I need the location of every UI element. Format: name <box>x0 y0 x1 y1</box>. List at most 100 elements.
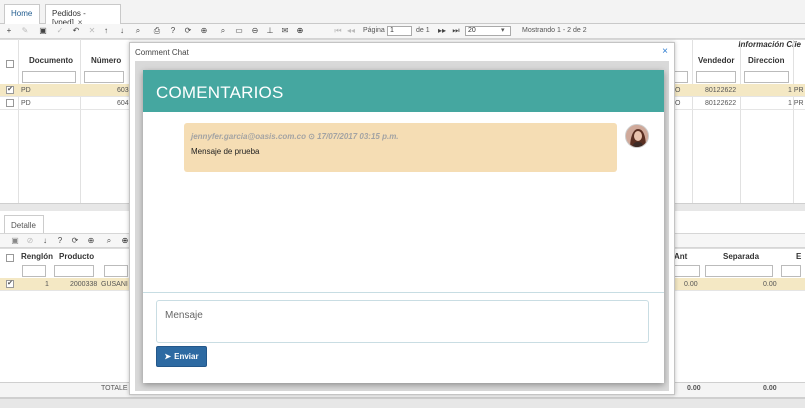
filter-renglon[interactable] <box>22 265 46 277</box>
close-icon[interactable]: × <box>662 46 668 58</box>
comments-header: COMENTARIOS <box>143 70 664 112</box>
column-documento[interactable]: Documento <box>29 56 73 68</box>
down-arrow-icon[interactable]: ↓ <box>117 26 127 36</box>
column-separada[interactable]: Separada <box>723 252 759 264</box>
filter-documento[interactable] <box>22 71 76 83</box>
cell-numero: 603 <box>117 87 129 94</box>
dialog-title: Comment Chat <box>135 48 189 57</box>
divider <box>143 292 664 293</box>
message-author: jennyfer.garcia@oasis.com.co <box>191 132 306 141</box>
comment-chat-dialog: Comment Chat × COMENTARIOS jennyfer.garc… <box>129 42 675 395</box>
add-icon[interactable]: + <box>4 26 14 36</box>
help-icon[interactable]: ? <box>168 26 178 36</box>
cell-ant: 0.00 <box>684 281 698 288</box>
mail-icon[interactable]: ✉ <box>280 26 290 36</box>
column-vendedor[interactable]: Vendedor <box>698 56 734 68</box>
down-arrow-icon[interactable]: ↓ <box>40 236 50 246</box>
zoom-icon[interactable]: ⊕ <box>199 26 209 36</box>
comments-panel: COMENTARIOS jennyfer.garcia@oasis.com.co… <box>143 70 664 383</box>
help-icon[interactable]: ? <box>55 236 65 246</box>
comment-icon[interactable]: ▭ <box>234 26 244 36</box>
paper-plane-icon: ➤ <box>164 352 172 361</box>
cell-numero: 604 <box>117 100 129 107</box>
filter-e[interactable] <box>781 265 801 277</box>
cell-direccion: 1 PR <box>788 87 804 94</box>
filter-producto[interactable] <box>54 265 94 277</box>
up-arrow-icon[interactable]: ↑ <box>101 26 111 36</box>
total-ant: 0.00 <box>687 385 701 392</box>
column-renglon[interactable]: Renglón <box>21 252 53 264</box>
first-page-icon[interactable]: ⏮ <box>333 26 343 36</box>
row-checkbox[interactable]: ✔ <box>6 280 14 288</box>
zoom-icon[interactable]: ⊕ <box>86 236 96 246</box>
filter-direccion[interactable] <box>744 71 789 83</box>
cell-documento: PD <box>21 100 31 107</box>
avatar <box>625 124 649 148</box>
tab-home-label: Home <box>11 9 33 18</box>
message-bubble: jennyfer.garcia@oasis.com.co ⊙ 17/07/201… <box>184 123 617 172</box>
edit-icon[interactable]: ✎ <box>20 26 30 36</box>
filter-numero[interactable] <box>84 71 124 83</box>
message-meta: jennyfer.garcia@oasis.com.co ⊙ 17/07/201… <box>191 132 399 141</box>
total-separada: 0.00 <box>763 385 777 392</box>
filter-ant[interactable] <box>672 265 700 277</box>
chevron-down-icon[interactable]: ▾ <box>501 25 505 37</box>
undo-icon[interactable]: ↶ <box>71 26 81 36</box>
zoom-out-icon[interactable]: ⊖ <box>250 26 260 36</box>
cell-documento: PD <box>21 87 31 94</box>
filter-vendedor[interactable] <box>696 71 736 83</box>
comments-title: COMENTARIOS <box>156 83 284 102</box>
tab-detalle-label: Detalle <box>11 221 36 230</box>
search-icon[interactable]: ⌕ <box>104 236 114 246</box>
filter-separada[interactable] <box>705 265 773 277</box>
column-numero[interactable]: Número <box>91 56 121 68</box>
send-label: Enviar <box>174 352 199 361</box>
check-icon[interactable]: ✓ <box>55 26 65 36</box>
next-page-icon[interactable]: ▸▸ <box>437 26 447 36</box>
row-checkbox[interactable]: ✔ <box>6 86 14 94</box>
save-icon[interactable]: ▣ <box>10 236 20 246</box>
cell-renglon: 1 <box>45 281 49 288</box>
cell-separada: 0.00 <box>763 281 777 288</box>
cell-desc: GUSANI <box>101 281 128 288</box>
column-direccion[interactable]: Direccion <box>748 56 784 68</box>
cancel-icon[interactable]: ⊘ <box>25 236 35 246</box>
refresh-icon[interactable]: ⟳ <box>70 236 80 246</box>
cell-producto: 2000338 <box>70 281 98 288</box>
pin-icon[interactable]: ⊥ <box>265 26 275 36</box>
avatar-image <box>626 125 648 147</box>
column-producto[interactable]: Producto <box>59 252 94 264</box>
save-icon[interactable]: ▣ <box>38 26 48 36</box>
delete-icon[interactable]: ✕ <box>87 26 97 36</box>
last-page-icon[interactable]: ⏭ <box>451 26 461 36</box>
main-toolbar: + ✎ ▣ ✓ ↶ ✕ ↑ ↓ ⌕ ⎙ ? ⟳ ⊕ ⌕ ▭ ⊖ ⊥ ✉ ⊕ ⏮ … <box>0 24 805 39</box>
filter-desc[interactable] <box>104 265 128 277</box>
cell-vendedor: 80122622 <box>705 87 737 94</box>
page-label: Página <box>363 27 385 34</box>
plus-circle-icon[interactable]: ⊕ <box>295 26 305 36</box>
select-all-checkbox[interactable] <box>6 254 14 262</box>
search-icon[interactable]: ⌕ <box>133 26 143 36</box>
tab-bar: Home Pedidos -[vped] × <box>0 0 805 27</box>
column-e[interactable]: E <box>796 252 801 264</box>
filter-icon[interactable]: ⌕ <box>218 26 228 36</box>
print-icon[interactable]: ⎙ <box>152 26 162 36</box>
tab-home[interactable]: Home <box>4 4 40 24</box>
showing-count: Mostrando 1 - 2 de 2 <box>522 27 587 34</box>
cell-vendedor: 80122622 <box>705 100 737 107</box>
page-input[interactable]: 1 <box>387 26 412 36</box>
select-all-checkbox[interactable] <box>6 60 14 68</box>
cell-o: O <box>675 100 681 107</box>
clock-icon: ⊙ <box>308 132 315 141</box>
column-ant[interactable]: Ant <box>674 252 687 264</box>
row-checkbox[interactable] <box>6 99 14 107</box>
refresh-icon[interactable]: ⟳ <box>183 26 193 36</box>
horizontal-scrollbar[interactable] <box>0 398 805 408</box>
message-timestamp: 17/07/2017 03:15 p.m. <box>317 132 399 141</box>
prev-page-icon[interactable]: ◂◂ <box>346 26 356 36</box>
message-input[interactable] <box>156 300 649 343</box>
tab-pedidos[interactable]: Pedidos -[vped] × <box>45 4 121 27</box>
send-button[interactable]: ➤ Enviar <box>156 346 207 367</box>
tab-detalle[interactable]: Detalle <box>4 215 44 233</box>
page-of: de 1 <box>416 27 430 34</box>
